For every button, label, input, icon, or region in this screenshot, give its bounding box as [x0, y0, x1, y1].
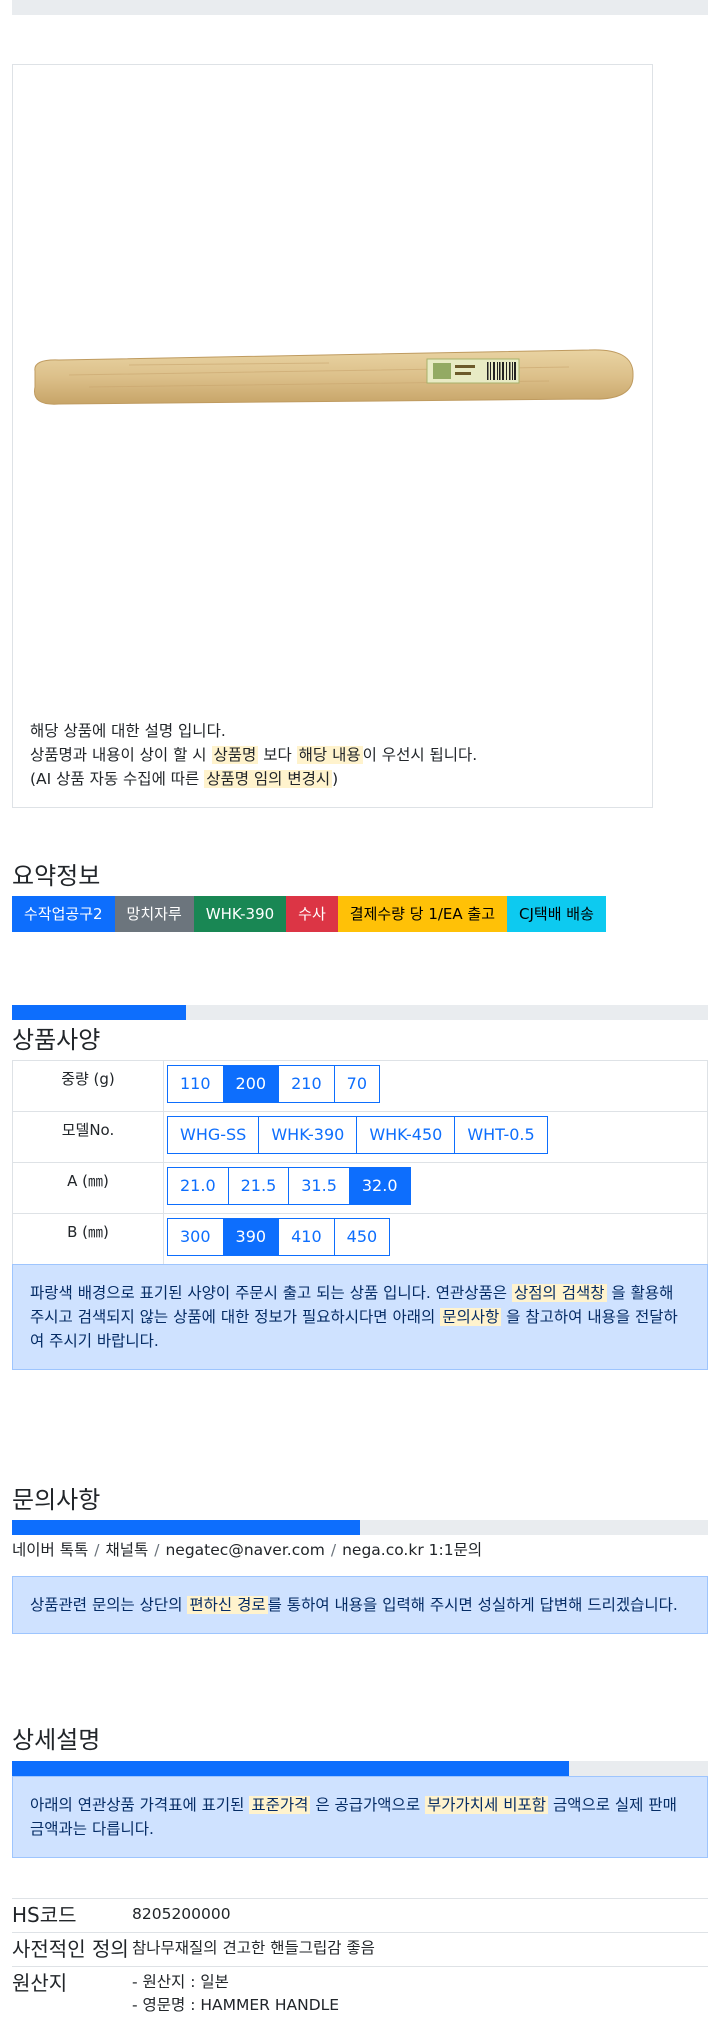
- spec-option-button[interactable]: 21.5: [227, 1167, 290, 1205]
- caption-line: 해당 상품에 대한 설명 입니다.: [30, 719, 640, 743]
- spec-option-button[interactable]: WHT-0.5: [454, 1116, 548, 1154]
- spec-option-button[interactable]: 210: [278, 1065, 335, 1103]
- notice-highlight: 문의사항: [440, 1308, 502, 1326]
- caption-highlight: 상품명: [211, 746, 259, 764]
- spec-option-button[interactable]: WHK-390: [258, 1116, 358, 1154]
- detail-progress-fill: [12, 1761, 569, 1776]
- info-value: 8205200000: [132, 1898, 708, 1933]
- spec-option-button[interactable]: 300: [167, 1218, 224, 1256]
- caption-highlight: 상품명 임의 변경시: [204, 770, 333, 788]
- detail-notice-alert: 아래의 연관상품 가격표에 표기된 표준가격 은 공급가액으로 부가가치세 비포…: [12, 1776, 708, 1858]
- caption-text: 이 우선시 됩니다.: [362, 746, 478, 764]
- inquiry-progress-bar: [12, 1520, 708, 1535]
- spec-option-group: 110 200 210 70: [167, 1065, 380, 1103]
- spec-options: 300 390 410 450: [163, 1213, 708, 1265]
- spec-label: B (㎜): [12, 1213, 164, 1265]
- detail-title: 상세설명: [12, 1726, 101, 1754]
- notice-text: 상품관련 문의는 상단의: [30, 1596, 188, 1614]
- spec-option-button[interactable]: WHK-450: [356, 1116, 456, 1154]
- spec-table: 중량 (g) 110 200 210 70 모델No. WHG-SS WHK-390 WHK-4…: [12, 1060, 708, 1265]
- info-key: 원산지: [12, 1966, 132, 2021]
- notice-highlight: 상점의 검색창: [512, 1284, 607, 1302]
- spec-notice-alert: 파랑색 배경으로 표기된 사양이 주문시 출고 되는 상품 입니다. 연관상품은…: [12, 1264, 708, 1370]
- info-row-hs-code: HS코드 8205200000: [12, 1898, 708, 1933]
- info-row-origin: 원산지 - 원산지 : 일본 - 영문명 : HAMMER HANDLE: [12, 1966, 708, 2021]
- notice-highlight: 편하신 경로: [187, 1596, 268, 1614]
- spec-option-button[interactable]: 200: [222, 1065, 280, 1103]
- contact-channel-link[interactable]: nega.co.kr 1:1문의: [342, 1541, 482, 1559]
- inquiry-notice-alert: 상품관련 문의는 상단의 편하신 경로 를 통하여 내용을 입력해 주시면 성실하…: [12, 1576, 708, 1634]
- caption-text: 해당 상품에 대한 설명 입니다.: [30, 722, 226, 740]
- spec-option-button[interactable]: 410: [278, 1218, 335, 1256]
- inquiry-title: 문의사항: [12, 1486, 101, 1514]
- spec-row: 중량 (g) 110 200 210 70: [12, 1060, 708, 1112]
- contact-channel-link[interactable]: 네이버 톡톡: [12, 1541, 88, 1559]
- info-value-line: - 원산지 : 일본: [132, 1973, 229, 1991]
- notice-text: 아래의 연관상품 가격표에 표기된: [30, 1796, 250, 1814]
- contact-separator: /: [154, 1541, 160, 1559]
- summary-badge: WHK-390: [193, 896, 287, 932]
- spec-options: 110 200 210 70: [163, 1060, 708, 1112]
- info-key: HS코드: [12, 1898, 132, 1933]
- detail-progress-bar: [12, 1761, 708, 1776]
- summary-title: 요약정보: [12, 862, 101, 890]
- summary-badges: 수작업공구2 망치자루 WHK-390 수사 결제수량 당 1/EA 출고 CJ택배 배송: [12, 896, 606, 932]
- spec-option-group: WHG-SS WHK-390 WHK-450 WHT-0.5: [167, 1116, 548, 1154]
- inquiry-progress-fill: [12, 1520, 360, 1535]
- summary-badge: 수사: [286, 896, 338, 932]
- caption-line: 상품명과 내용이 상이 할 시 상품명 보다 해당 내용 이 우선시 됩니다.: [30, 743, 640, 767]
- caption-line: (AI 상품 자동 수집에 따른 상품명 임의 변경시): [30, 767, 640, 791]
- contact-separator: /: [94, 1541, 100, 1559]
- product-info-table: HS코드 8205200000 사전적인 정의 참나무재질의 견고한 핸들그립감…: [12, 1898, 708, 2021]
- spec-label: 중량 (g): [12, 1060, 164, 1112]
- spec-option-button[interactable]: 390: [222, 1218, 280, 1256]
- spec-options: 21.0 21.5 31.5 32.0: [163, 1162, 708, 1214]
- info-value: - 원산지 : 일본 - 영문명 : HAMMER HANDLE: [132, 1966, 708, 2021]
- spec-option-button[interactable]: 70: [333, 1065, 380, 1103]
- spec-option-button[interactable]: WHG-SS: [167, 1116, 260, 1154]
- spec-row: 모델No. WHG-SS WHK-390 WHK-450 WHT-0.5: [12, 1111, 708, 1163]
- notice-text: 파랑색 배경으로 표기된 사양이 주문시 출고 되는 상품 입니다. 연관상품은: [30, 1284, 512, 1302]
- notice-highlight: 표준가격: [249, 1796, 311, 1814]
- top-progress-track: [12, 0, 708, 15]
- specs-progress-bar: [12, 1005, 708, 1020]
- contact-separator: /: [330, 1541, 337, 1559]
- caption-text: ): [332, 770, 339, 788]
- product-image-caption: 해당 상품에 대한 설명 입니다. 상품명과 내용이 상이 할 시 상품명 보다…: [30, 719, 640, 791]
- notice-text: 를 통하여 내용을 입력해 주시면 성실하게 답변해 드리겠습니다.: [267, 1596, 678, 1614]
- spec-row: B (㎜) 300 390 410 450: [12, 1213, 708, 1265]
- contact-channel-link[interactable]: 채널톡: [105, 1541, 148, 1559]
- spec-label: 모델No.: [12, 1111, 164, 1163]
- summary-badge: 결제수량 당 1/EA 출고: [337, 896, 508, 932]
- spec-option-group: 300 390 410 450: [167, 1218, 391, 1256]
- info-value: 참나무재질의 견고한 핸들그립감 좋음: [132, 1932, 708, 1967]
- caption-highlight: 해당 내용: [296, 746, 363, 764]
- spec-options: WHG-SS WHK-390 WHK-450 WHT-0.5: [163, 1111, 708, 1163]
- info-value-line: - 영문명 : HAMMER HANDLE: [132, 1996, 340, 2014]
- caption-text: 보다: [258, 746, 297, 764]
- info-row-definition: 사전적인 정의 참나무재질의 견고한 핸들그립감 좋음: [12, 1932, 708, 1967]
- spec-option-group: 21.0 21.5 31.5 32.0: [167, 1167, 411, 1205]
- contact-channel-link[interactable]: negatec@naver.com: [165, 1541, 324, 1559]
- spec-option-button[interactable]: 32.0: [348, 1167, 411, 1205]
- caption-text: (AI 상품 자동 수집에 따른: [30, 770, 205, 788]
- info-key: 사전적인 정의: [12, 1932, 132, 1967]
- summary-badge: 망치자루: [114, 896, 194, 932]
- spec-row: A (㎜) 21.0 21.5 31.5 32.0: [12, 1162, 708, 1214]
- notice-text: 은 공급가액으로: [310, 1796, 426, 1814]
- product-image-card: 해당 상품에 대한 설명 입니다. 상품명과 내용이 상이 할 시 상품명 보다…: [12, 64, 653, 808]
- summary-badge: 수작업공구2: [12, 896, 115, 932]
- spec-option-button[interactable]: 31.5: [288, 1167, 350, 1205]
- specs-progress-fill: [12, 1005, 186, 1020]
- contact-channels: 네이버 톡톡 / 채널톡 / negatec@naver.com / nega.co.kr …: [12, 1538, 482, 1560]
- spec-option-button[interactable]: 450: [333, 1218, 391, 1256]
- specs-title: 상품사양: [12, 1026, 101, 1054]
- notice-highlight: 부가가치세 비포함: [425, 1796, 549, 1814]
- spec-label: A (㎜): [12, 1162, 164, 1214]
- spec-option-button[interactable]: 110: [167, 1065, 224, 1103]
- product-image: [34, 349, 634, 405]
- caption-text: 상품명과 내용이 상이 할 시: [30, 746, 212, 764]
- spec-option-button[interactable]: 21.0: [167, 1167, 229, 1205]
- summary-badge: CJ택배 배송: [507, 896, 606, 932]
